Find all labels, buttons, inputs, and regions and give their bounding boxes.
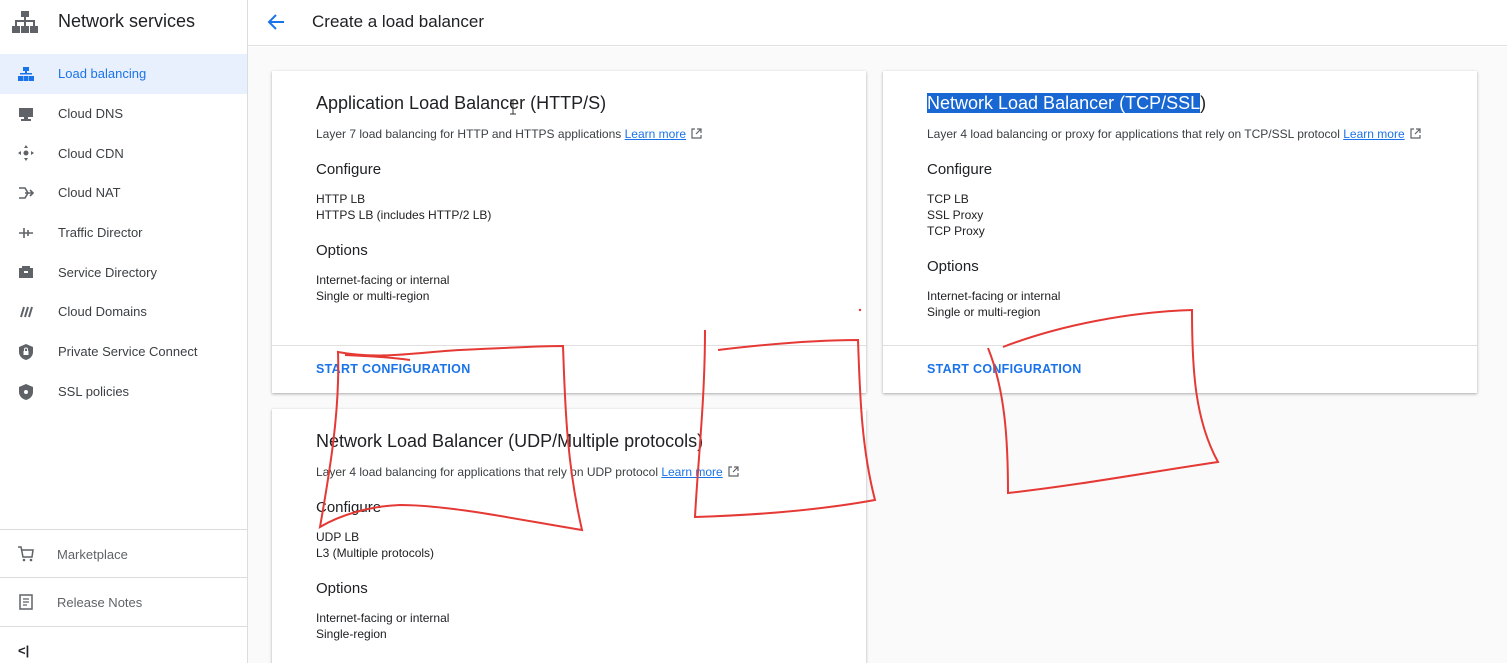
- text-cursor-icon: [510, 99, 516, 115]
- list-item: Single or multi-region: [927, 305, 1041, 319]
- options-heading: Options: [927, 258, 979, 275]
- list-item: TCP Proxy: [927, 224, 985, 238]
- card-network-load-balancer-tcp: Network Load Balancer (TCP/SSL) Layer 4 …: [883, 71, 1477, 393]
- list-item: HTTPS LB (includes HTTP/2 LB): [316, 208, 492, 222]
- private-service-connect-icon: [19, 343, 33, 360]
- options-list: Internet-facing or internal Single-regio…: [316, 610, 846, 642]
- release-notes-label: Release Notes: [57, 595, 143, 610]
- sidebar-item-label: Cloud DNS: [58, 106, 124, 122]
- sidebar: Network services Load balancing Cloud DN…: [0, 0, 248, 663]
- card-title: Network Load Balancer (UDP/Multiple prot…: [316, 431, 704, 451]
- page-header: Create a load balancer: [248, 0, 1507, 46]
- sidebar-release-notes[interactable]: Release Notes: [0, 577, 247, 625]
- marketplace-label: Marketplace: [57, 547, 128, 562]
- sidebar-item-traffic-director[interactable]: Traffic Director: [0, 213, 247, 253]
- card-title: Network Load Balancer (TCP/SSL): [927, 91, 1457, 115]
- sidebar-item-private-service-connect[interactable]: Private Service Connect: [0, 332, 247, 372]
- page-title: Create a load balancer: [312, 12, 485, 31]
- sidebar-item-cloud-cdn[interactable]: Cloud CDN: [0, 133, 247, 173]
- external-link-icon: [691, 128, 702, 139]
- sidebar-item-label: Cloud Domains: [58, 304, 147, 320]
- list-item: L3 (Multiple protocols): [316, 546, 435, 560]
- description-text: Layer 4 load balancing or proxy for appl…: [927, 127, 1340, 141]
- description-text: Layer 4 load balancing for applications …: [316, 465, 658, 479]
- options-heading: Options: [316, 580, 368, 597]
- sidebar-item-label: Load balancing: [58, 66, 147, 82]
- release-notes-icon: [19, 594, 33, 610]
- cloud-domains-icon: [20, 306, 33, 318]
- list-item: UDP LB: [316, 530, 360, 544]
- list-item: TCP LB: [927, 192, 969, 206]
- list-item: SSL Proxy: [927, 208, 984, 222]
- sidebar-nav: Load balancing Cloud DNS Cloud CDN Cloud…: [0, 54, 247, 411]
- title-rest: ): [1200, 93, 1207, 113]
- card-network-load-balancer-udp: Network Load Balancer (UDP/Multiple prot…: [272, 409, 866, 663]
- sidebar-item-label: Private Service Connect: [58, 344, 198, 360]
- card-body: Network Load Balancer (UDP/Multiple prot…: [316, 429, 846, 642]
- options-heading: Options: [316, 242, 368, 259]
- start-configuration-button[interactable]: START CONFIGURATION: [316, 362, 471, 376]
- list-item: Internet-facing or internal: [316, 273, 450, 287]
- learn-more-link[interactable]: Learn more: [661, 465, 722, 479]
- learn-more-link[interactable]: Learn more: [625, 127, 686, 141]
- card-title: Application Load Balancer (HTTP/S): [316, 93, 607, 113]
- sidebar-header: Network services: [0, 0, 248, 44]
- sidebar-item-cloud-nat[interactable]: Cloud NAT: [0, 173, 247, 213]
- cart-icon: [18, 546, 34, 562]
- configure-list: UDP LB L3 (Multiple protocols): [316, 529, 846, 561]
- service-directory-icon: [19, 266, 33, 279]
- back-arrow-icon[interactable]: [265, 11, 287, 33]
- sidebar-item-label: Traffic Director: [58, 225, 143, 241]
- sidebar-collapse-row: [0, 626, 247, 663]
- description-text: Layer 7 load balancing for HTTP and HTTP…: [316, 127, 622, 141]
- sidebar-item-label: Cloud NAT: [58, 185, 121, 201]
- card-footer: START CONFIGURATION: [272, 345, 866, 393]
- collapse-sidebar-button[interactable]: <|: [18, 643, 29, 658]
- card-body: Application Load Balancer (HTTP/S) Layer…: [316, 91, 846, 304]
- sidebar-item-cloud-domains[interactable]: Cloud Domains: [0, 292, 247, 332]
- card-description: Layer 4 load balancing for applications …: [316, 464, 846, 480]
- configure-list: TCP LB SSL Proxy TCP Proxy: [927, 191, 1457, 239]
- sidebar-item-load-balancing[interactable]: Load balancing: [0, 54, 247, 94]
- traffic-director-icon: [19, 227, 33, 238]
- sidebar-marketplace[interactable]: Marketplace: [0, 529, 247, 577]
- configure-heading: Configure: [927, 161, 993, 178]
- sidebar-item-service-directory[interactable]: Service Directory: [0, 252, 247, 292]
- network-services-icon: [12, 11, 38, 33]
- ssl-policies-icon: [19, 383, 33, 400]
- external-link-icon: [728, 466, 739, 477]
- external-link-icon: [1410, 128, 1421, 139]
- list-item: HTTP LB: [316, 192, 366, 206]
- card-description: Layer 7 load balancing for HTTP and HTTP…: [316, 126, 846, 142]
- sidebar-item-ssl-policies[interactable]: SSL policies: [0, 372, 247, 412]
- options-list: Internet-facing or internal Single or mu…: [316, 272, 846, 304]
- card-footer: START CONFIGURATION: [883, 345, 1477, 393]
- learn-more-link[interactable]: Learn more: [1343, 127, 1404, 141]
- list-item: Internet-facing or internal: [927, 289, 1061, 303]
- card-body: Network Load Balancer (TCP/SSL) Layer 4 …: [927, 91, 1457, 320]
- start-configuration-button[interactable]: START CONFIGURATION: [927, 362, 1082, 376]
- list-item: Internet-facing or internal: [316, 611, 450, 625]
- sidebar-item-label: SSL policies: [58, 383, 130, 399]
- cloud-cdn-icon: [18, 145, 34, 162]
- load-balancing-icon: [18, 67, 34, 81]
- main-content: Application Load Balancer (HTTP/S) Layer…: [248, 47, 1507, 663]
- product-title: Network services: [58, 11, 196, 31]
- configure-heading: Configure: [316, 499, 382, 516]
- selected-title-text: Network Load Balancer (TCP/SSL: [927, 93, 1201, 113]
- cloud-nat-icon: [19, 187, 35, 199]
- list-item: Single-region: [316, 627, 387, 641]
- sidebar-item-label: Cloud CDN: [58, 145, 124, 161]
- sidebar-item-cloud-dns[interactable]: Cloud DNS: [0, 94, 247, 134]
- card-description: Layer 4 load balancing or proxy for appl…: [927, 126, 1457, 142]
- list-item: Single or multi-region: [316, 289, 430, 303]
- sidebar-item-label: Service Directory: [58, 264, 157, 280]
- card-application-load-balancer: Application Load Balancer (HTTP/S) Layer…: [272, 71, 866, 393]
- cloud-dns-icon: [19, 107, 33, 121]
- configure-heading: Configure: [316, 161, 382, 178]
- configure-list: HTTP LB HTTPS LB (includes HTTP/2 LB): [316, 191, 846, 223]
- options-list: Internet-facing or internal Single or mu…: [927, 288, 1457, 320]
